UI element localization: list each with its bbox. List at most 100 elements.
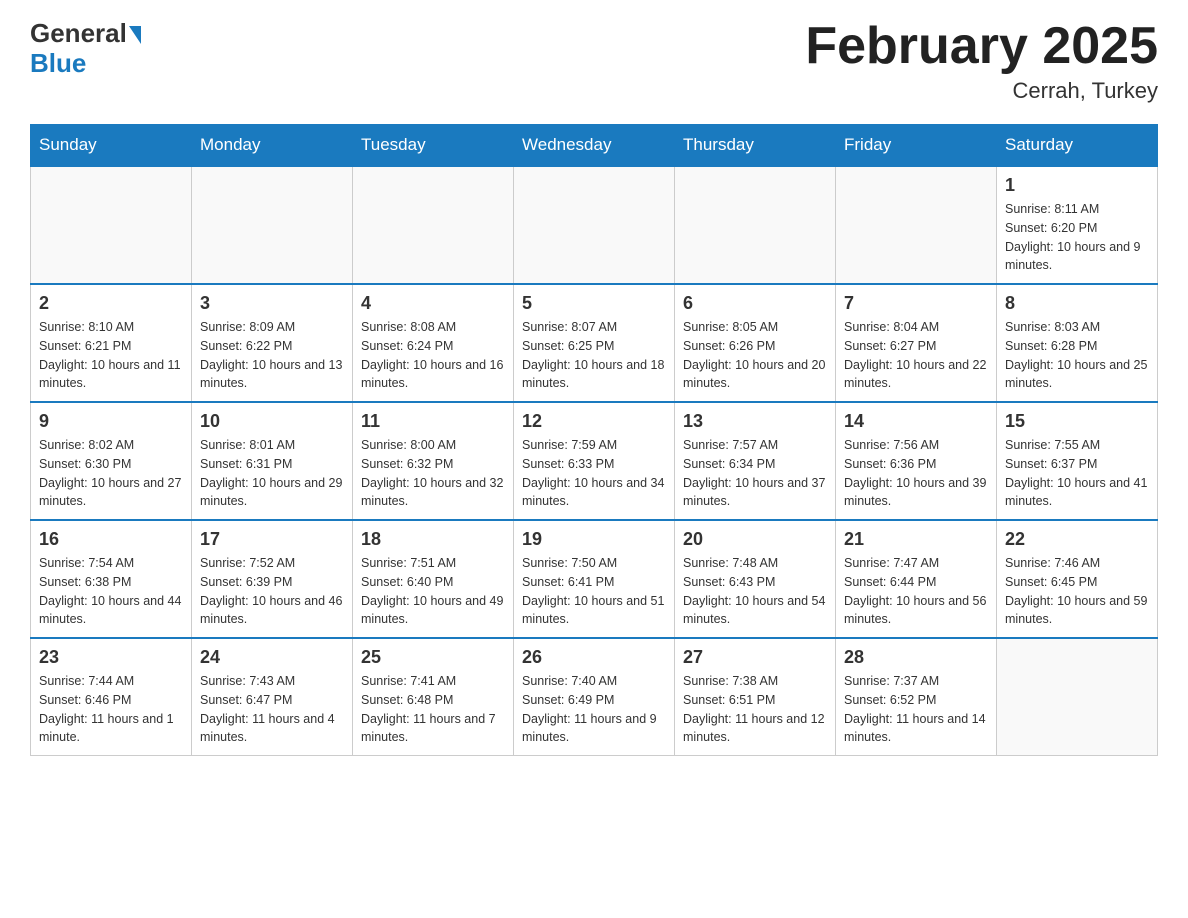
calendar-cell: 27 Sunrise: 7:38 AMSunset: 6:51 PMDayligh…: [675, 638, 836, 756]
day-info: Sunrise: 8:09 AMSunset: 6:22 PMDaylight:…: [200, 318, 344, 393]
day-number: 12: [522, 411, 666, 432]
day-info: Sunrise: 7:44 AMSunset: 6:46 PMDaylight:…: [39, 672, 183, 747]
weekday-header-monday: Monday: [192, 125, 353, 167]
month-title: February 2025: [805, 20, 1158, 72]
calendar-cell: 28 Sunrise: 7:37 AMSunset: 6:52 PMDayligh…: [836, 638, 997, 756]
calendar-cell: [836, 166, 997, 284]
week-row-4: 16Sunrise: 7:54 AMSunset: 6:38 PMDayligh…: [31, 520, 1158, 638]
calendar-cell: 6Sunrise: 8:05 AMSunset: 6:26 PMDaylight…: [675, 284, 836, 402]
day-number: 24: [200, 647, 344, 668]
day-info: Sunrise: 7:43 AMSunset: 6:47 PMDaylight:…: [200, 672, 344, 747]
day-info: Sunrise: 7:51 AMSunset: 6:40 PMDaylight:…: [361, 554, 505, 629]
day-info: Sunrise: 8:01 AMSunset: 6:31 PMDaylight:…: [200, 436, 344, 511]
calendar-cell: [997, 638, 1158, 756]
calendar-cell: 9Sunrise: 8:02 AMSunset: 6:30 PMDaylight…: [31, 402, 192, 520]
day-number: 18: [361, 529, 505, 550]
calendar-cell: 25Sunrise: 7:41 AMSunset: 6:48 PMDayligh…: [353, 638, 514, 756]
title-area: February 2025 Cerrah, Turkey: [805, 20, 1158, 104]
location: Cerrah, Turkey: [805, 78, 1158, 104]
day-number: 27: [683, 647, 827, 668]
calendar-cell: 4 Sunrise: 8:08 AMSunset: 6:24 PMDaylight…: [353, 284, 514, 402]
day-info: Sunrise: 7:52 AMSunset: 6:39 PMDaylight:…: [200, 554, 344, 629]
day-info: Sunrise: 7:57 AMSunset: 6:34 PMDaylight:…: [683, 436, 827, 511]
weekday-header-row: SundayMondayTuesdayWednesdayThursdayFrid…: [31, 125, 1158, 167]
day-info: Sunrise: 7:38 AMSunset: 6:51 PMDaylight:…: [683, 672, 827, 747]
calendar-cell: 17 Sunrise: 7:52 AMSunset: 6:39 PMDayligh…: [192, 520, 353, 638]
day-number: 3: [200, 293, 344, 314]
day-info: Sunrise: 7:47 AMSunset: 6:44 PMDaylight:…: [844, 554, 988, 629]
logo: General Blue: [30, 20, 141, 79]
day-number: 25: [361, 647, 505, 668]
day-number: 16: [39, 529, 183, 550]
day-number: 5: [522, 293, 666, 314]
day-number: 28: [844, 647, 988, 668]
week-row-5: 23 Sunrise: 7:44 AMSunset: 6:46 PMDayligh…: [31, 638, 1158, 756]
day-number: 23: [39, 647, 183, 668]
calendar-cell: 19 Sunrise: 7:50 AMSunset: 6:41 PMDayligh…: [514, 520, 675, 638]
weekday-header-saturday: Saturday: [997, 125, 1158, 167]
day-number: 17: [200, 529, 344, 550]
calendar-cell: 26 Sunrise: 7:40 AMSunset: 6:49 PMDayligh…: [514, 638, 675, 756]
day-info: Sunrise: 8:10 AMSunset: 6:21 PMDaylight:…: [39, 318, 183, 393]
weekday-header-tuesday: Tuesday: [353, 125, 514, 167]
logo-text: General: [30, 20, 141, 46]
day-number: 6: [683, 293, 827, 314]
week-row-2: 2 Sunrise: 8:10 AMSunset: 6:21 PMDaylight…: [31, 284, 1158, 402]
calendar-cell: 13 Sunrise: 7:57 AMSunset: 6:34 PMDayligh…: [675, 402, 836, 520]
day-number: 21: [844, 529, 988, 550]
day-info: Sunrise: 7:37 AMSunset: 6:52 PMDaylight:…: [844, 672, 988, 747]
day-number: 4: [361, 293, 505, 314]
day-info: Sunrise: 7:46 AMSunset: 6:45 PMDaylight:…: [1005, 554, 1149, 629]
day-number: 11: [361, 411, 505, 432]
day-number: 22: [1005, 529, 1149, 550]
day-info: Sunrise: 8:08 AMSunset: 6:24 PMDaylight:…: [361, 318, 505, 393]
day-number: 19: [522, 529, 666, 550]
day-number: 9: [39, 411, 183, 432]
day-info: Sunrise: 8:00 AMSunset: 6:32 PMDaylight:…: [361, 436, 505, 511]
calendar-cell: 5 Sunrise: 8:07 AMSunset: 6:25 PMDaylight…: [514, 284, 675, 402]
day-info: Sunrise: 7:55 AMSunset: 6:37 PMDaylight:…: [1005, 436, 1149, 511]
calendar-cell: 1Sunrise: 8:11 AMSunset: 6:20 PMDaylight…: [997, 166, 1158, 284]
day-number: 20: [683, 529, 827, 550]
weekday-header-wednesday: Wednesday: [514, 125, 675, 167]
day-number: 15: [1005, 411, 1149, 432]
day-number: 7: [844, 293, 988, 314]
day-info: Sunrise: 7:48 AMSunset: 6:43 PMDaylight:…: [683, 554, 827, 629]
day-number: 26: [522, 647, 666, 668]
calendar-cell: [514, 166, 675, 284]
calendar-cell: 7Sunrise: 8:04 AMSunset: 6:27 PMDaylight…: [836, 284, 997, 402]
calendar-cell: [675, 166, 836, 284]
calendar-cell: 24 Sunrise: 7:43 AMSunset: 6:47 PMDayligh…: [192, 638, 353, 756]
week-row-3: 9Sunrise: 8:02 AMSunset: 6:30 PMDaylight…: [31, 402, 1158, 520]
calendar-cell: 15 Sunrise: 7:55 AMSunset: 6:37 PMDayligh…: [997, 402, 1158, 520]
day-info: Sunrise: 7:40 AMSunset: 6:49 PMDaylight:…: [522, 672, 666, 747]
day-info: Sunrise: 7:50 AMSunset: 6:41 PMDaylight:…: [522, 554, 666, 629]
calendar-table: SundayMondayTuesdayWednesdayThursdayFrid…: [30, 124, 1158, 756]
week-row-1: 1Sunrise: 8:11 AMSunset: 6:20 PMDaylight…: [31, 166, 1158, 284]
calendar-cell: 3 Sunrise: 8:09 AMSunset: 6:22 PMDaylight…: [192, 284, 353, 402]
day-info: Sunrise: 8:07 AMSunset: 6:25 PMDaylight:…: [522, 318, 666, 393]
calendar-cell: 18 Sunrise: 7:51 AMSunset: 6:40 PMDayligh…: [353, 520, 514, 638]
day-number: 8: [1005, 293, 1149, 314]
day-info: Sunrise: 7:56 AMSunset: 6:36 PMDaylight:…: [844, 436, 988, 511]
calendar-cell: [31, 166, 192, 284]
calendar-cell: 2 Sunrise: 8:10 AMSunset: 6:21 PMDaylight…: [31, 284, 192, 402]
calendar-cell: 8 Sunrise: 8:03 AMSunset: 6:28 PMDaylight…: [997, 284, 1158, 402]
day-number: 13: [683, 411, 827, 432]
day-info: Sunrise: 8:03 AMSunset: 6:28 PMDaylight:…: [1005, 318, 1149, 393]
weekday-header-sunday: Sunday: [31, 125, 192, 167]
calendar-cell: 22 Sunrise: 7:46 AMSunset: 6:45 PMDayligh…: [997, 520, 1158, 638]
calendar-cell: 16Sunrise: 7:54 AMSunset: 6:38 PMDayligh…: [31, 520, 192, 638]
calendar-cell: [192, 166, 353, 284]
weekday-header-thursday: Thursday: [675, 125, 836, 167]
day-info: Sunrise: 8:11 AMSunset: 6:20 PMDaylight:…: [1005, 200, 1149, 275]
weekday-header-friday: Friday: [836, 125, 997, 167]
day-number: 2: [39, 293, 183, 314]
calendar-cell: 23 Sunrise: 7:44 AMSunset: 6:46 PMDayligh…: [31, 638, 192, 756]
logo-arrow-icon: [129, 26, 141, 44]
calendar-cell: 21 Sunrise: 7:47 AMSunset: 6:44 PMDayligh…: [836, 520, 997, 638]
page-header: General Blue February 2025 Cerrah, Turke…: [30, 20, 1158, 104]
day-info: Sunrise: 7:59 AMSunset: 6:33 PMDaylight:…: [522, 436, 666, 511]
logo-blue: Blue: [30, 48, 86, 79]
logo-general: General: [30, 20, 127, 46]
